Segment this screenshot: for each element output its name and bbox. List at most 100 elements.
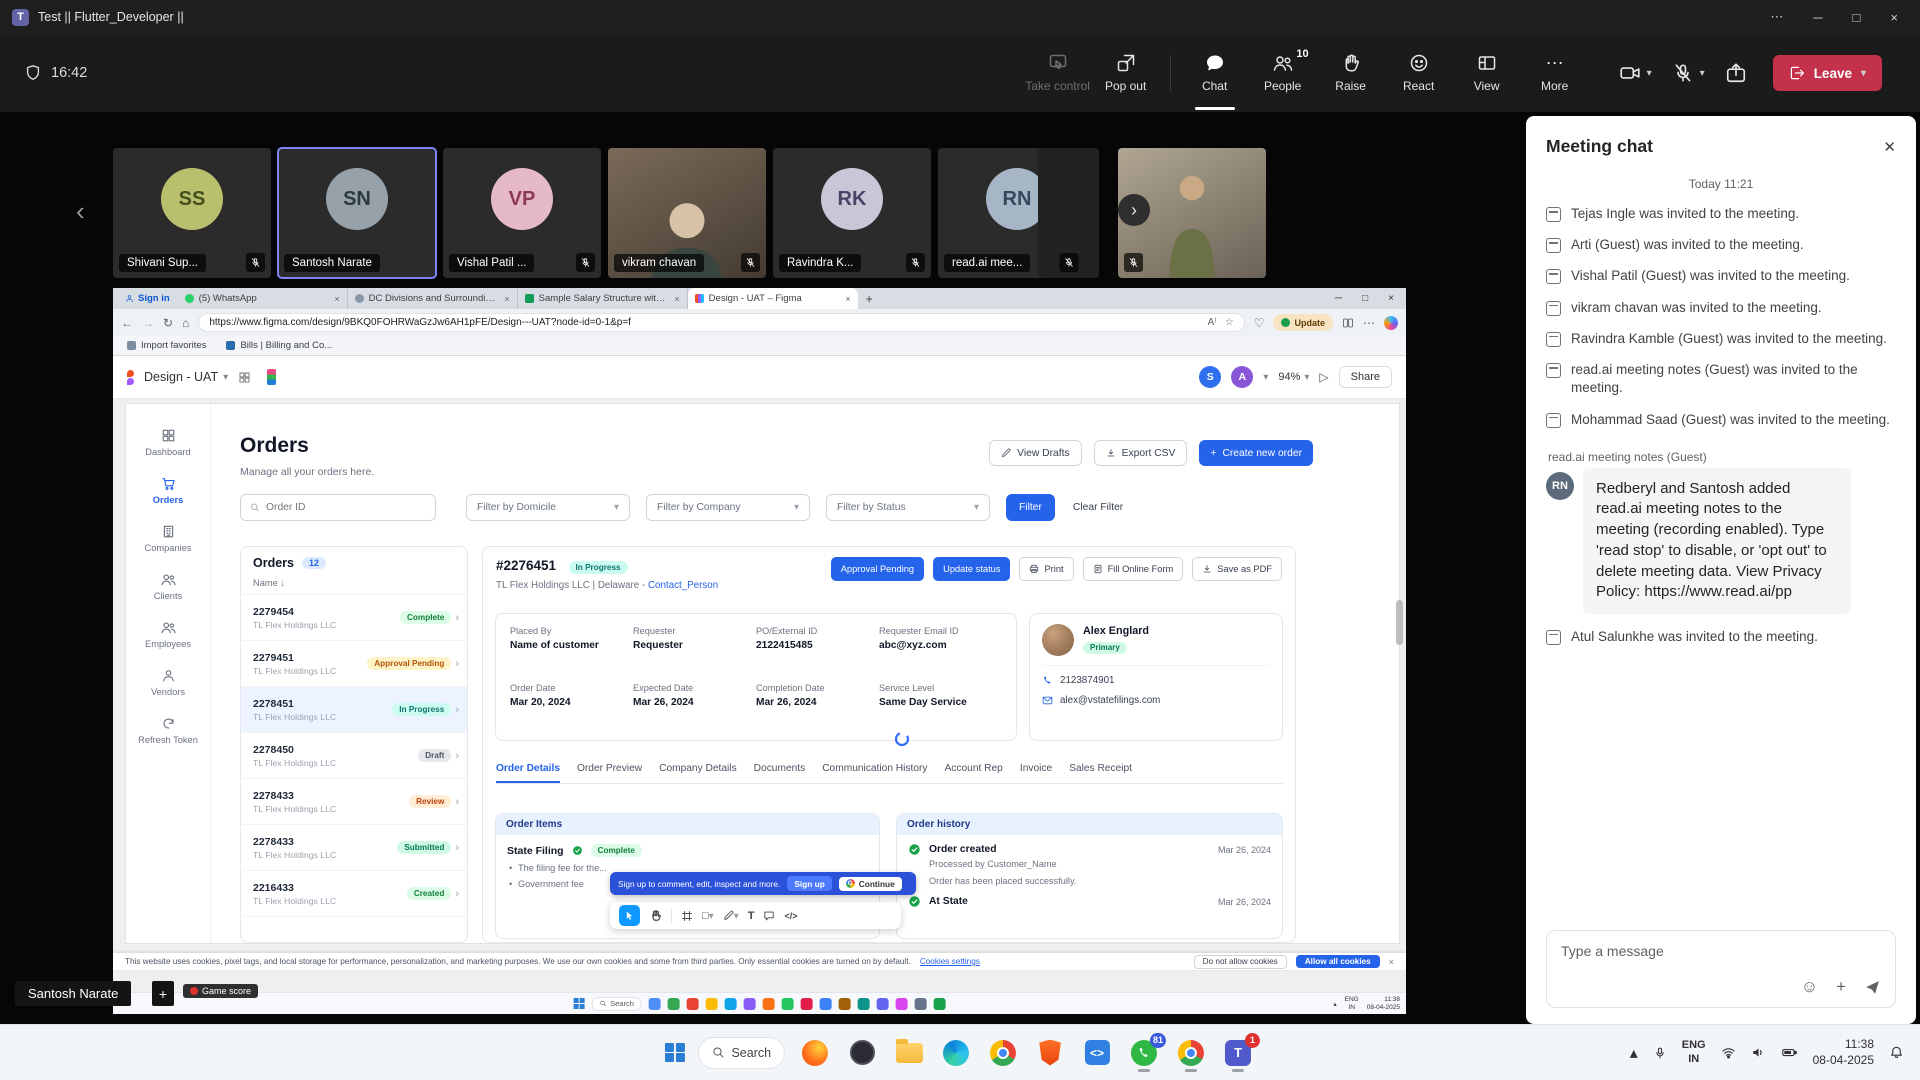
mic-off-icon — [1124, 253, 1143, 272]
titlebar-more-icon[interactable]: ⋯ — [1770, 9, 1783, 25]
mic-button[interactable]: ▾ — [1672, 62, 1705, 84]
taskbar-app-brave[interactable] — [1033, 1036, 1067, 1070]
favorite-star-icon: ☆ — [1225, 317, 1234, 328]
video-strip: SS Shivani Sup... SN Santosh Narate VP V… — [113, 148, 1096, 278]
react-button[interactable]: React — [1385, 34, 1453, 112]
save-as-pdf-button: Save as PDF — [1192, 557, 1282, 581]
taskbar-app-edge[interactable] — [939, 1036, 973, 1070]
taskbar-clock[interactable]: 11:3808-04-2025 — [1813, 1037, 1874, 1068]
view-drafts-button: View Drafts — [989, 440, 1081, 466]
pop-out-label: Pop out — [1105, 79, 1146, 93]
chat-compose-box[interactable]: ☺ + — [1546, 930, 1896, 1008]
update-status-button: Update status — [933, 557, 1010, 581]
view-button[interactable]: View — [1453, 34, 1521, 112]
start-button[interactable] — [665, 1043, 685, 1063]
close-button[interactable]: × — [1890, 10, 1898, 25]
download-icon — [1202, 564, 1212, 574]
print-button: Print — [1019, 557, 1073, 581]
maximize-button[interactable]: □ — [1853, 10, 1861, 25]
fill-online-form-button: Fill Online Form — [1083, 557, 1184, 581]
dev-mode-icon: </> — [784, 911, 797, 921]
share-button[interactable] — [1725, 62, 1747, 84]
taskbar-app-file-explorer[interactable] — [892, 1036, 926, 1070]
remote-app-icon — [915, 998, 927, 1010]
order-row: 2279454TL Flex Holdings LLC Complete› — [241, 595, 467, 641]
chat-button[interactable]: Chat — [1181, 34, 1249, 112]
taskbar-app-browser[interactable] — [845, 1036, 879, 1070]
strip-scroll-left-icon[interactable]: ‹ — [76, 196, 85, 227]
remote-app-icon — [820, 998, 832, 1010]
volume-icon[interactable] — [1751, 1045, 1766, 1060]
orders-list-header: Orders 12 — [241, 547, 467, 574]
orders-list-panel: Orders 12 Name ↓ 2279454TL Flex Holdings… — [240, 546, 468, 943]
game-score-widget: Game score — [183, 984, 258, 998]
tray-mic-icon[interactable] — [1653, 1046, 1667, 1060]
language-indicator[interactable]: ENGIN — [1682, 1039, 1706, 1065]
send-icon[interactable] — [1864, 979, 1881, 996]
taskbar-app-code[interactable]: <> — [1080, 1036, 1114, 1070]
wifi-icon[interactable] — [1721, 1045, 1736, 1060]
chat-panel-title: Meeting chat — [1546, 136, 1653, 157]
status-badge: Review — [409, 795, 451, 808]
taskbar-app-whatsapp[interactable]: 81 — [1127, 1036, 1161, 1070]
layout-grid-icon — [238, 371, 251, 384]
order-history-card: Order history Order created Mar 26, 2024… — [896, 813, 1283, 939]
remote-app-icon — [839, 998, 851, 1010]
video-tile-active-speaker[interactable]: SN Santosh Narate — [278, 148, 436, 278]
battery-icon[interactable] — [1781, 1045, 1798, 1060]
sidebar-item-companies: Companies — [126, 524, 210, 553]
message-input[interactable] — [1561, 943, 1881, 959]
taskbar-search[interactable]: Search — [697, 1037, 785, 1069]
window-title: Test || Flutter_Developer || — [38, 10, 184, 24]
video-tile-partial[interactable] — [1038, 148, 1099, 278]
remote-app-icon — [706, 998, 718, 1010]
minimize-button[interactable]: ─ — [1813, 10, 1822, 25]
tab-close-icon: × — [504, 294, 509, 304]
attach-plus-icon[interactable]: + — [1836, 977, 1846, 997]
update-label: Update — [1294, 318, 1325, 328]
leave-chevron-icon[interactable]: ▾ — [1861, 68, 1866, 79]
people-button[interactable]: 10 People — [1249, 34, 1317, 112]
remote-clock: 11:3808-04-2025 — [1367, 996, 1400, 1011]
taskbar-app-firefox[interactable] — [798, 1036, 832, 1070]
participant-video — [1154, 168, 1230, 278]
raise-button[interactable]: Raise — [1317, 34, 1385, 112]
bookmark-label: Bills | Billing and Co... — [240, 340, 332, 351]
item-name: State Filing — [507, 845, 564, 857]
video-tile-camera-on[interactable]: vikram chavan — [608, 148, 766, 278]
filter-button: Filter — [1006, 494, 1055, 521]
leave-button[interactable]: Leave ▾ — [1773, 55, 1882, 91]
video-tile[interactable]: VP Vishal Patil ... — [443, 148, 601, 278]
taskbar-app-chrome-2[interactable] — [1174, 1036, 1208, 1070]
person-icon — [161, 668, 176, 683]
collaborator-avatar: A — [1231, 366, 1253, 388]
system-message: Ravindra Kamble (Guest) was invited to t… — [1546, 330, 1896, 348]
order-detail-header: #2276451 In Progress TL Flex Holdings LL… — [483, 547, 1295, 591]
camera-chevron-icon[interactable]: ▾ — [1647, 68, 1652, 79]
strip-scroll-right-icon[interactable]: › — [1118, 194, 1150, 226]
taskbar-app-chrome[interactable] — [986, 1036, 1020, 1070]
users-icon — [161, 620, 176, 635]
history-sub: Processed by Customer_Name — [929, 859, 1271, 869]
status-badge: Approval Pending — [367, 657, 451, 670]
pin-presenter-button[interactable]: + — [152, 981, 174, 1006]
camera-button[interactable]: ▾ — [1619, 62, 1652, 84]
check-circle-icon — [908, 895, 921, 908]
figma-favicon — [695, 294, 704, 303]
emoji-icon[interactable]: ☺ — [1801, 977, 1818, 997]
video-tile[interactable]: SS Shivani Sup... — [113, 148, 271, 278]
mic-chevron-icon[interactable]: ▾ — [1700, 68, 1705, 79]
video-tile[interactable]: RK Ravindra K... — [773, 148, 931, 278]
remote-app-icon — [782, 998, 794, 1010]
take-control-button[interactable]: Take control — [1024, 34, 1092, 112]
calendar-icon — [1546, 301, 1561, 316]
taskbar-app-teams[interactable]: T 1 — [1221, 1036, 1255, 1070]
notification-bell-icon[interactable] — [1889, 1045, 1904, 1060]
tray-expand-icon[interactable]: ▴ — [1630, 1043, 1638, 1063]
profile-icon — [125, 294, 134, 303]
chat-close-icon[interactable]: ✕ — [1883, 138, 1896, 156]
presenter-name-label: Santosh Narate — [15, 981, 131, 1006]
pop-out-button[interactable]: Pop out — [1092, 34, 1160, 112]
more-button[interactable]: ⋯ More — [1521, 34, 1589, 112]
forward-icon: → — [142, 316, 154, 330]
